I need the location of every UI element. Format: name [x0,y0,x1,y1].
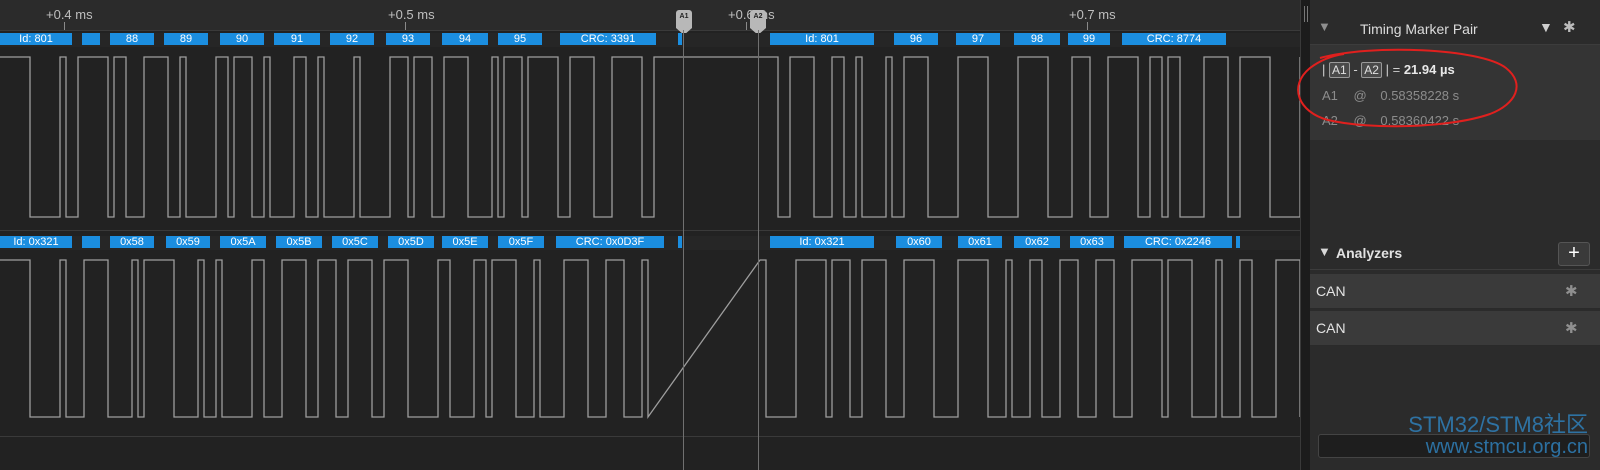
decode-frame[interactable]: 94 [442,33,488,45]
decode-frame[interactable]: 92 [330,33,374,45]
decode-frame[interactable]: 95 [498,33,542,45]
decode-frame[interactable]: 0x5A [220,236,266,248]
splitter-grip-icon [1304,6,1305,22]
signal-trace [0,259,1300,420]
decode-frame[interactable]: 0x60 [896,236,942,248]
decode-frame[interactable]: 90 [220,33,264,45]
waveform-area[interactable]: +0.4 ms +0.5 ms +0.6 ms +0.7 ms A1 A2 Id… [0,0,1300,470]
decode-frame[interactable]: Id: 801 [0,33,72,45]
decode-frame[interactable]: 96 [894,33,938,45]
ruler-tick [1087,22,1088,30]
marker-a1-flag[interactable]: A1 [676,10,692,35]
decode-frame[interactable] [1236,236,1240,248]
triangle-down-icon[interactable]: ▼ [1539,19,1553,35]
signal-channel-2[interactable] [0,255,1300,430]
signal-channel-1[interactable] [0,52,1300,227]
decode-frame[interactable]: CRC: 3391 [560,33,656,45]
decode-frame[interactable]: CRC: 0x0D3F [556,236,664,248]
analyzer-item[interactable]: CAN ✱ [1310,311,1600,346]
watermark-line-1: STM32/STM8社区 [1408,412,1588,437]
decode-frame[interactable]: Id: 0x321 [0,236,72,248]
decode-frame[interactable]: 98 [1014,33,1060,45]
channel-separator [0,436,1300,437]
decoder-row-2: Id: 0x321 0x58 0x59 0x5A 0x5B 0x5C 0x5D … [0,236,1300,250]
decode-frame[interactable]: 0x63 [1070,236,1114,248]
decode-frame[interactable]: 89 [164,33,208,45]
decode-frame[interactable]: 0x62 [1014,236,1060,248]
decode-frame[interactable] [678,236,682,248]
ruler-tick-label: +0.7 ms [1069,7,1116,22]
decode-frame[interactable]: 91 [274,33,320,45]
decode-frame[interactable]: 0x59 [166,236,210,248]
gear-icon[interactable]: ✱ [1563,18,1576,36]
ruler-tick [64,22,65,30]
gear-icon[interactable]: ✱ [1565,282,1578,300]
analyzer-item[interactable]: CAN ✱ [1310,274,1600,309]
decode-frame[interactable]: 93 [386,33,430,45]
timing-marker-header[interactable]: ▼ Timing Marker Pair ▼ ✱ [1310,14,1600,45]
ruler-tick [405,22,406,30]
decode-frame[interactable]: 0x5E [442,236,488,248]
decode-frame[interactable]: 0x5D [388,236,434,248]
decode-frame[interactable]: 0x5C [332,236,378,248]
analyzer-label: CAN [1316,320,1346,336]
ruler-tick [746,22,747,30]
ruler-tick-label: +0.5 ms [388,7,435,22]
ruler-tick-label: +0.4 ms [46,7,93,22]
signal-trace [0,56,1300,218]
analyzer-label: CAN [1316,283,1346,299]
decode-frame[interactable]: Id: 0x321 [770,236,874,248]
triangle-down-icon[interactable]: ▼ [1318,244,1331,259]
gear-icon[interactable]: ✱ [1565,319,1578,337]
decode-frame[interactable]: Id: 801 [770,33,874,45]
decode-frame[interactable] [678,33,682,45]
timing-marker-title: Timing Marker Pair [1360,21,1478,37]
marker-a2-flag[interactable]: A2 [750,10,766,35]
decode-frame[interactable] [82,33,100,45]
decode-frame[interactable]: 99 [1068,33,1110,45]
decode-frame[interactable]: 0x5B [276,236,322,248]
watermark-line-2: www.stmcu.org.cn [1425,436,1588,458]
marker-a1-line[interactable] [683,30,684,470]
decoder-row-1: Id: 801 88 89 90 91 92 93 94 95 CRC: 339… [0,33,1300,47]
marker-a2-line[interactable] [758,30,759,470]
time-ruler[interactable]: +0.4 ms +0.5 ms +0.6 ms +0.7 ms A1 A2 [0,0,1300,35]
plus-icon: + [1568,242,1580,264]
channel-separator [0,230,1300,231]
decode-frame[interactable]: 97 [956,33,1000,45]
add-analyzer-button[interactable]: + [1558,242,1590,266]
watermark: STM32/STM8社区 www.stmcu.org.cn [1408,412,1588,459]
analyzers-title: Analyzers [1336,245,1403,261]
decode-frame[interactable]: 0x61 [958,236,1002,248]
decode-frame[interactable] [82,236,100,248]
decode-frame[interactable]: 88 [110,33,154,45]
pin-icon[interactable]: ▼ [1318,19,1331,34]
analyzers-header[interactable]: ▼ Analyzers + [1310,237,1600,270]
decode-frame[interactable]: CRC: 8774 [1122,33,1226,45]
decode-frame[interactable]: 0x5F [498,236,544,248]
red-annotation-circle [1297,48,1518,128]
decode-frame[interactable]: CRC: 0x2246 [1124,236,1232,248]
decode-frame[interactable]: 0x58 [110,236,154,248]
